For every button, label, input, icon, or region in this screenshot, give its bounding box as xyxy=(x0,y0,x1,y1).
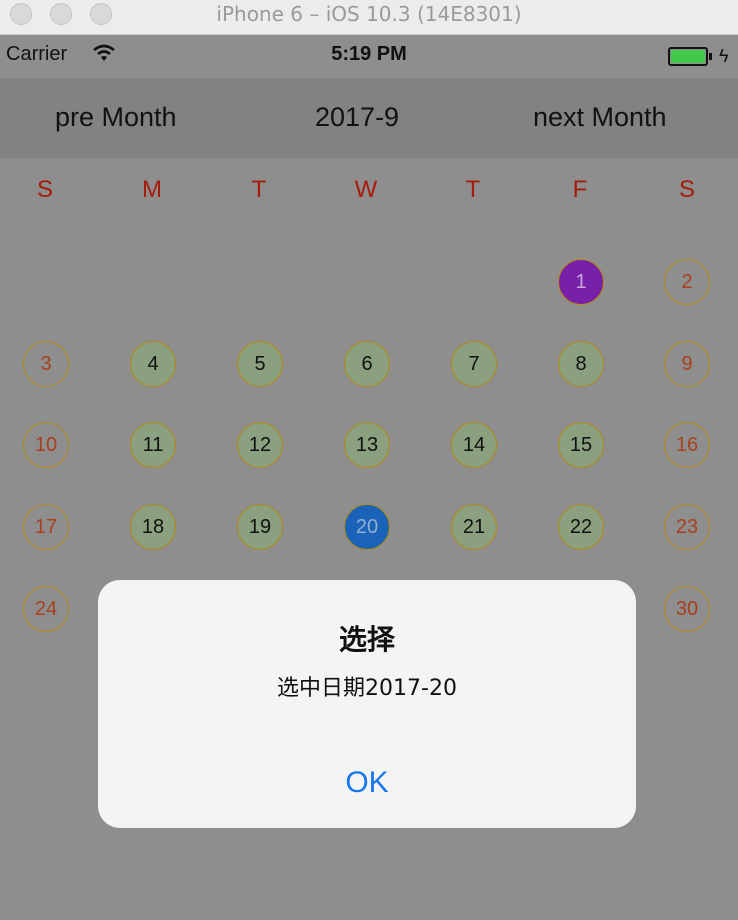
calendar-day[interactable]: 23 xyxy=(664,504,710,550)
calendar-day[interactable]: 30 xyxy=(664,586,710,632)
calendar-day[interactable]: 9 xyxy=(664,341,710,387)
current-month-label: 2017-9 xyxy=(315,102,400,132)
calendar-day[interactable]: 7 xyxy=(451,341,497,387)
weekday-label: W xyxy=(354,176,378,203)
calendar-day[interactable]: 17 xyxy=(23,504,69,550)
weekday-label: T xyxy=(251,176,267,203)
ok-button[interactable]: OK xyxy=(98,766,636,800)
calendar-day[interactable]: 15 xyxy=(558,422,604,468)
calendar-day[interactable]: 5 xyxy=(237,341,283,387)
weekday-label: T xyxy=(465,176,481,203)
calendar-day[interactable]: 3 xyxy=(23,341,69,387)
calendar-day[interactable]: 11 xyxy=(130,422,176,468)
calendar-day[interactable]: 14 xyxy=(451,422,497,468)
battery-icon xyxy=(668,47,708,66)
status-bar: Carrier 5:19 PM ϟ xyxy=(0,35,738,77)
next-month-button[interactable]: next Month xyxy=(533,102,667,133)
calendar-day[interactable]: 22 xyxy=(558,504,604,550)
calendar-day[interactable]: 2 xyxy=(664,259,710,305)
prev-month-button[interactable]: pre Month xyxy=(55,102,177,133)
weekday-label: S xyxy=(36,176,53,203)
calendar-day[interactable]: 13 xyxy=(344,422,390,468)
alert-title: 选择 xyxy=(338,623,395,656)
calendar-day[interactable]: 24 xyxy=(23,586,69,632)
alert-message: 选中日期2017-20 xyxy=(277,676,457,701)
calendar-day[interactable]: 21 xyxy=(451,504,497,550)
status-time: 5:19 PM xyxy=(331,43,407,65)
calendar-day[interactable]: 10 xyxy=(23,422,69,468)
battery-tip xyxy=(709,53,712,60)
weekday-label: F xyxy=(572,176,588,203)
calendar-day[interactable]: 18 xyxy=(130,504,176,550)
calendar-day[interactable]: 6 xyxy=(344,341,390,387)
window-title: iPhone 6 – iOS 10.3 (14E8301) xyxy=(216,2,522,26)
weekday-label: M xyxy=(142,176,162,203)
simulator-title-bar: iPhone 6 – iOS 10.3 (14E8301) xyxy=(0,0,738,35)
alert-dialog: 选择 选中日期2017-20 OK xyxy=(98,580,636,828)
calendar-day[interactable]: 19 xyxy=(237,504,283,550)
calendar-day[interactable]: 12 xyxy=(237,422,283,468)
month-navigation-bar: pre Month 2017-9 next Month xyxy=(0,78,738,158)
calendar-day[interactable]: 8 xyxy=(558,341,604,387)
weekday-label: S xyxy=(678,176,695,203)
calendar-day[interactable]: 1 xyxy=(558,259,604,305)
calendar-day[interactable]: 4 xyxy=(130,341,176,387)
calendar-day-selected[interactable]: 20 xyxy=(344,504,390,550)
calendar-day[interactable]: 16 xyxy=(664,422,710,468)
charging-bolt-icon: ϟ xyxy=(719,46,729,66)
